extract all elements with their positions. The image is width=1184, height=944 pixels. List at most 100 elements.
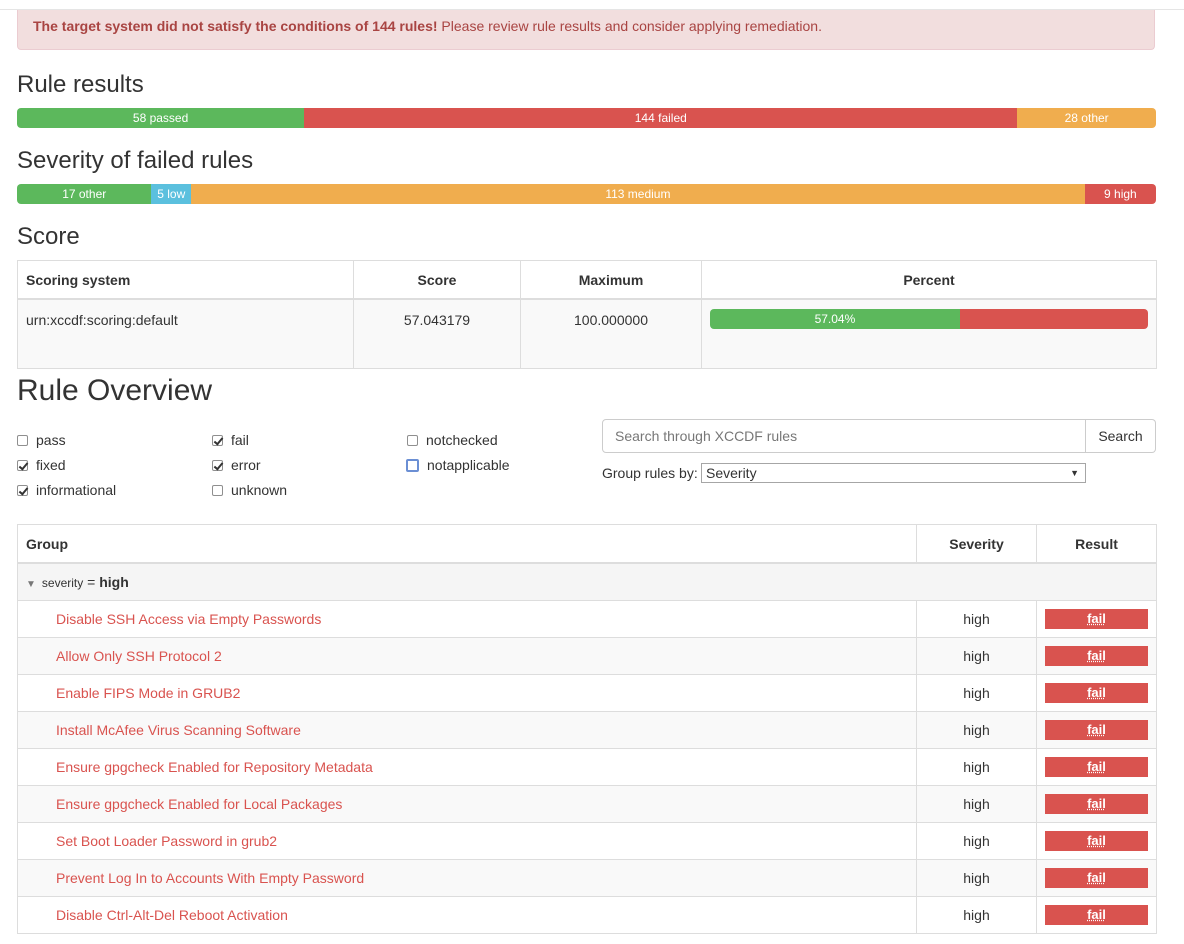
rule-severity: high (916, 822, 1037, 860)
severity-bar: 17 other 5 low 113 medium 9 high (17, 184, 1156, 204)
result-badge[interactable]: fail (1045, 720, 1148, 740)
rule-severity: high (916, 785, 1037, 823)
score-table: Scoring system Score Maximum Percent urn… (17, 260, 1157, 369)
filter-label: notchecked (426, 432, 498, 448)
score-header-maximum: Maximum (520, 260, 702, 300)
filter-label: informational (36, 482, 117, 498)
filter-label: error (231, 457, 261, 473)
result-badge[interactable]: fail (1045, 868, 1148, 888)
rule-link[interactable]: Set Boot Loader Password in grub2 (26, 833, 277, 849)
filter-fail[interactable]: fail (212, 432, 249, 448)
result-badge[interactable]: fail (1045, 905, 1148, 925)
severity-title: Severity of failed rules (17, 147, 254, 174)
search-button[interactable]: Search (1086, 419, 1156, 453)
header-result: Result (1036, 524, 1157, 564)
collapse-triangle-icon[interactable]: ▼ (26, 579, 36, 590)
bar-segment-passed: 58 passed (17, 108, 305, 128)
score-header-percent: Percent (701, 260, 1157, 300)
table-row: Prevent Log In to Accounts With Empty Pa… (17, 859, 1157, 897)
checkbox-icon[interactable] (17, 459, 28, 471)
rule-overview-title: Rule Overview (17, 374, 213, 407)
table-row: Allow Only SSH Protocol 2 high fail (17, 637, 1157, 675)
group-eq: = (87, 574, 96, 590)
percent-bar-fill: 57.04% (710, 309, 960, 329)
rule-link[interactable]: Prevent Log In to Accounts With Empty Pa… (26, 870, 364, 886)
bar-segment-failed: 144 failed (304, 108, 1018, 128)
bar-segment-other: 28 other (1017, 108, 1156, 128)
rule-link[interactable]: Disable Ctrl-Alt-Del Reboot Activation (26, 907, 288, 923)
bar-segment-low: 5 low (151, 184, 191, 204)
score-title: Score (17, 223, 80, 250)
rule-results-title: Rule results (17, 71, 144, 98)
filter-label: fail (231, 432, 249, 448)
rule-result-cell: fail (1036, 600, 1157, 638)
alert-bold: The target system did not satisfy the co… (33, 18, 438, 34)
rule-severity: high (916, 748, 1037, 786)
search-input[interactable] (602, 419, 1086, 453)
maximum-value: 100.000000 (520, 298, 702, 369)
filter-error[interactable]: error (212, 457, 261, 473)
group-key: severity (41, 576, 84, 590)
rule-link[interactable]: Install McAfee Virus Scanning Software (26, 722, 301, 738)
checkbox-icon[interactable] (212, 484, 223, 496)
search-group: Search (602, 419, 1156, 453)
checkbox-icon[interactable] (17, 484, 28, 496)
group-value: high (99, 574, 129, 590)
rule-result-cell: fail (1036, 785, 1157, 823)
rule-severity: high (916, 637, 1037, 675)
rule-results-bar: 58 passed 144 failed 28 other (17, 108, 1156, 128)
filter-label: fixed (36, 457, 66, 473)
table-row: Ensure gpgcheck Enabled for Local Packag… (17, 785, 1157, 823)
alert-text: Please review rule results and consider … (437, 18, 822, 34)
rule-severity: high (916, 600, 1037, 638)
table-row: Disable SSH Access via Empty Passwords hi… (17, 600, 1157, 638)
filter-fixed[interactable]: fixed (17, 457, 66, 473)
filter-notapplicable[interactable]: notapplicable (406, 457, 510, 473)
checkbox-icon[interactable] (212, 459, 223, 471)
result-badge[interactable]: fail (1045, 831, 1148, 851)
percent-cell: 57.04% (701, 298, 1157, 369)
rule-result-cell: fail (1036, 822, 1157, 860)
filter-pass[interactable]: pass (17, 432, 66, 448)
rule-link[interactable]: Ensure gpgcheck Enabled for Local Packag… (26, 796, 342, 812)
bar-segment-high: 9 high (1084, 184, 1156, 204)
table-row: Enable FIPS Mode in GRUB2 high fail (17, 674, 1157, 712)
rule-severity: high (916, 674, 1037, 712)
checkbox-icon[interactable] (406, 458, 419, 472)
rule-link[interactable]: Ensure gpgcheck Enabled for Repository M… (26, 759, 373, 775)
rule-severity: high (916, 896, 1037, 934)
result-badge[interactable]: fail (1045, 646, 1148, 666)
header-severity: Severity (916, 524, 1037, 564)
filter-label: pass (36, 432, 66, 448)
rule-link[interactable]: Disable SSH Access via Empty Passwords (26, 611, 321, 627)
checkbox-icon[interactable] (407, 434, 418, 446)
filter-label: unknown (231, 482, 288, 498)
alert-banner: The target system did not satisfy the co… (17, 10, 1155, 50)
group-row-high[interactable]: ▼ severity = high (17, 562, 1157, 601)
rule-link[interactable]: Enable FIPS Mode in GRUB2 (26, 685, 240, 701)
group-by-label: Group rules by: (602, 465, 698, 481)
rule-result-cell: fail (1036, 748, 1157, 786)
result-badge[interactable]: fail (1045, 683, 1148, 703)
rule-link[interactable]: Allow Only SSH Protocol 2 (26, 648, 222, 664)
percent-bar-rest (959, 309, 1148, 329)
top-edge (0, 0, 1184, 10)
bar-segment-medium: 113 medium (191, 184, 1085, 204)
checkbox-icon[interactable] (17, 434, 28, 446)
filter-notchecked[interactable]: notchecked (407, 432, 498, 448)
group-by-select[interactable]: Severity ▼ (701, 463, 1086, 483)
filter-informational[interactable]: informational (17, 482, 116, 498)
result-badge[interactable]: fail (1045, 609, 1148, 629)
table-row: Set Boot Loader Password in grub2 high fai… (17, 822, 1157, 860)
rule-result-cell: fail (1036, 711, 1157, 749)
header-group: Group (17, 524, 917, 564)
dropdown-arrow-icon: ▼ (1070, 468, 1079, 478)
scoring-system: urn:xccdf:scoring:default (17, 298, 354, 369)
rule-result-cell: fail (1036, 896, 1157, 934)
result-badge[interactable]: fail (1045, 757, 1148, 777)
filter-label: notapplicable (427, 457, 510, 473)
filter-unknown[interactable]: unknown (212, 482, 287, 498)
checkbox-icon[interactable] (212, 434, 223, 446)
score-header-system: Scoring system (17, 260, 354, 300)
result-badge[interactable]: fail (1045, 794, 1148, 814)
